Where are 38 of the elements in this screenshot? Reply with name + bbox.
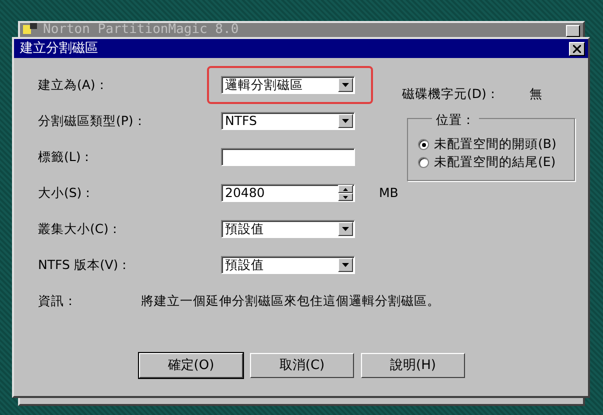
field-label: 叢集大小(C)：	[38, 220, 122, 238]
dropdown-arrow-button[interactable]	[338, 114, 353, 128]
dialog-button[interactable]: 確定(O)	[139, 353, 243, 378]
caret-icon	[342, 263, 349, 267]
field-label: 建立為(A)：	[38, 76, 110, 94]
spin-field[interactable]: 20480	[221, 184, 355, 202]
info-message: 將建立一個延伸分割磁區來包住這個邏輯分割磁區。	[141, 292, 441, 310]
dialog-title: 建立分割磁區	[20, 40, 98, 58]
text-field[interactable]	[221, 148, 355, 166]
caret-icon	[342, 119, 349, 123]
dropdown[interactable]: 預設值	[221, 256, 355, 274]
close-button[interactable]	[569, 42, 585, 56]
spin-buttons[interactable]	[338, 185, 353, 201]
app-icon	[23, 23, 37, 35]
dropdown-arrow-button[interactable]	[338, 222, 353, 236]
close-icon	[573, 44, 581, 52]
window-title: Norton PartitionMagic 8.0	[43, 23, 239, 37]
down-arrow-icon	[343, 196, 348, 198]
up-arrow-icon	[343, 188, 348, 190]
caret-icon	[342, 227, 349, 231]
info-label: 資訊：	[38, 292, 78, 310]
dropdown-arrow-button[interactable]	[338, 78, 353, 92]
group-title: 位置：	[432, 112, 479, 127]
field-label: 分割磁區類型(P)：	[38, 112, 148, 130]
dropdown[interactable]: NTFS	[221, 112, 355, 130]
dialog-button[interactable]: 取消(C)	[250, 353, 354, 378]
dropdown[interactable]: 預設值	[221, 220, 355, 238]
field-label: NTFS 版本(V)：	[38, 256, 132, 274]
field-label: 標籤(L)：	[38, 148, 95, 166]
dropdown-arrow-button[interactable]	[338, 258, 353, 272]
field-label: 大小(S)：	[38, 184, 96, 202]
drive-letter-label: 磁碟機字元(D)：	[402, 85, 500, 103]
unit-label: MB	[379, 184, 398, 202]
dropdown[interactable]: 邏輯分割磁區	[221, 76, 355, 94]
caret-icon	[342, 83, 349, 87]
drive-letter-value: 無	[529, 85, 542, 103]
dialog-button[interactable]: 說明(H)	[361, 353, 465, 378]
close-button[interactable]	[566, 25, 580, 37]
